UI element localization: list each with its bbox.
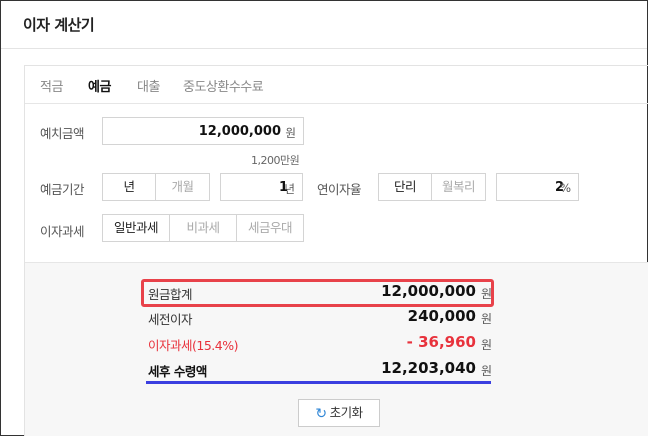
tab-installment-savings[interactable]: 적금 [40, 76, 63, 95]
tax-exempt[interactable]: 비과세 [170, 214, 237, 242]
refresh-icon: ↻ [315, 406, 327, 422]
tax-preferential[interactable]: 세금우대 [237, 214, 304, 242]
interest-tax-label: 이자과세(15.4%) [148, 338, 238, 353]
after-tax-label: 세후 수령액 [148, 364, 207, 379]
tax-label: 이자과세 [40, 224, 85, 239]
rate-simple[interactable]: 단리 [378, 173, 432, 201]
deposit-amount-input[interactable]: 12,000,000 원 [102, 117, 304, 145]
deposit-label: 예치금액 [40, 126, 85, 141]
principal-highlight-box [141, 279, 494, 307]
calculator-window: 이자 계산기 적금 예금 대출 중도상환수수료 예치금액 12,000,000 … [0, 0, 648, 436]
interest-tax-unit: 원 [480, 338, 492, 352]
pretax-interest-row: 세전이자 240,000 원 [148, 307, 494, 329]
reset-label: 초기화 [329, 405, 364, 420]
tab-deposit[interactable]: 예금 [88, 76, 111, 95]
tab-loan[interactable]: 대출 [137, 76, 160, 95]
rate-monthly-compound[interactable]: 월복리 [432, 173, 486, 201]
after-tax-value: 12,203,040 [381, 359, 476, 377]
rate-input[interactable]: 2 % [496, 173, 579, 201]
deposit-amount-value: 12,000,000 [198, 124, 281, 139]
tax-general[interactable]: 일반과세 [102, 214, 170, 242]
tab-prepayment-fee[interactable]: 중도상환수수료 [183, 76, 264, 95]
rate-unit: % [560, 181, 571, 195]
period-unit: 년 [284, 182, 295, 196]
period-label: 예금기간 [40, 182, 85, 197]
title-divider [1, 48, 647, 49]
deposit-hint: 1,200만원 [251, 154, 300, 167]
tab-bar: 적금 예금 대출 중도상환수수료 [25, 66, 648, 104]
rate-label: 연이자율 [317, 182, 362, 197]
period-unit-year[interactable]: 년 [102, 173, 156, 201]
interest-tax-value: - 36,960 [406, 333, 476, 351]
reset-button[interactable]: ↻ 초기화 [298, 399, 380, 427]
after-tax-underline [146, 381, 491, 384]
pretax-interest-label: 세전이자 [148, 312, 193, 327]
page-title: 이자 계산기 [23, 16, 95, 34]
pretax-interest-value: 240,000 [407, 307, 476, 325]
period-unit-month[interactable]: 개월 [156, 173, 210, 201]
period-input[interactable]: 1 년 [220, 173, 303, 201]
after-tax-unit: 원 [480, 364, 492, 378]
after-tax-row: 세후 수령액 12,203,040 원 [148, 359, 494, 381]
pretax-interest-unit: 원 [480, 312, 492, 326]
interest-tax-row: 이자과세(15.4%) - 36,960 원 [148, 333, 494, 355]
deposit-unit: 원 [285, 126, 296, 140]
